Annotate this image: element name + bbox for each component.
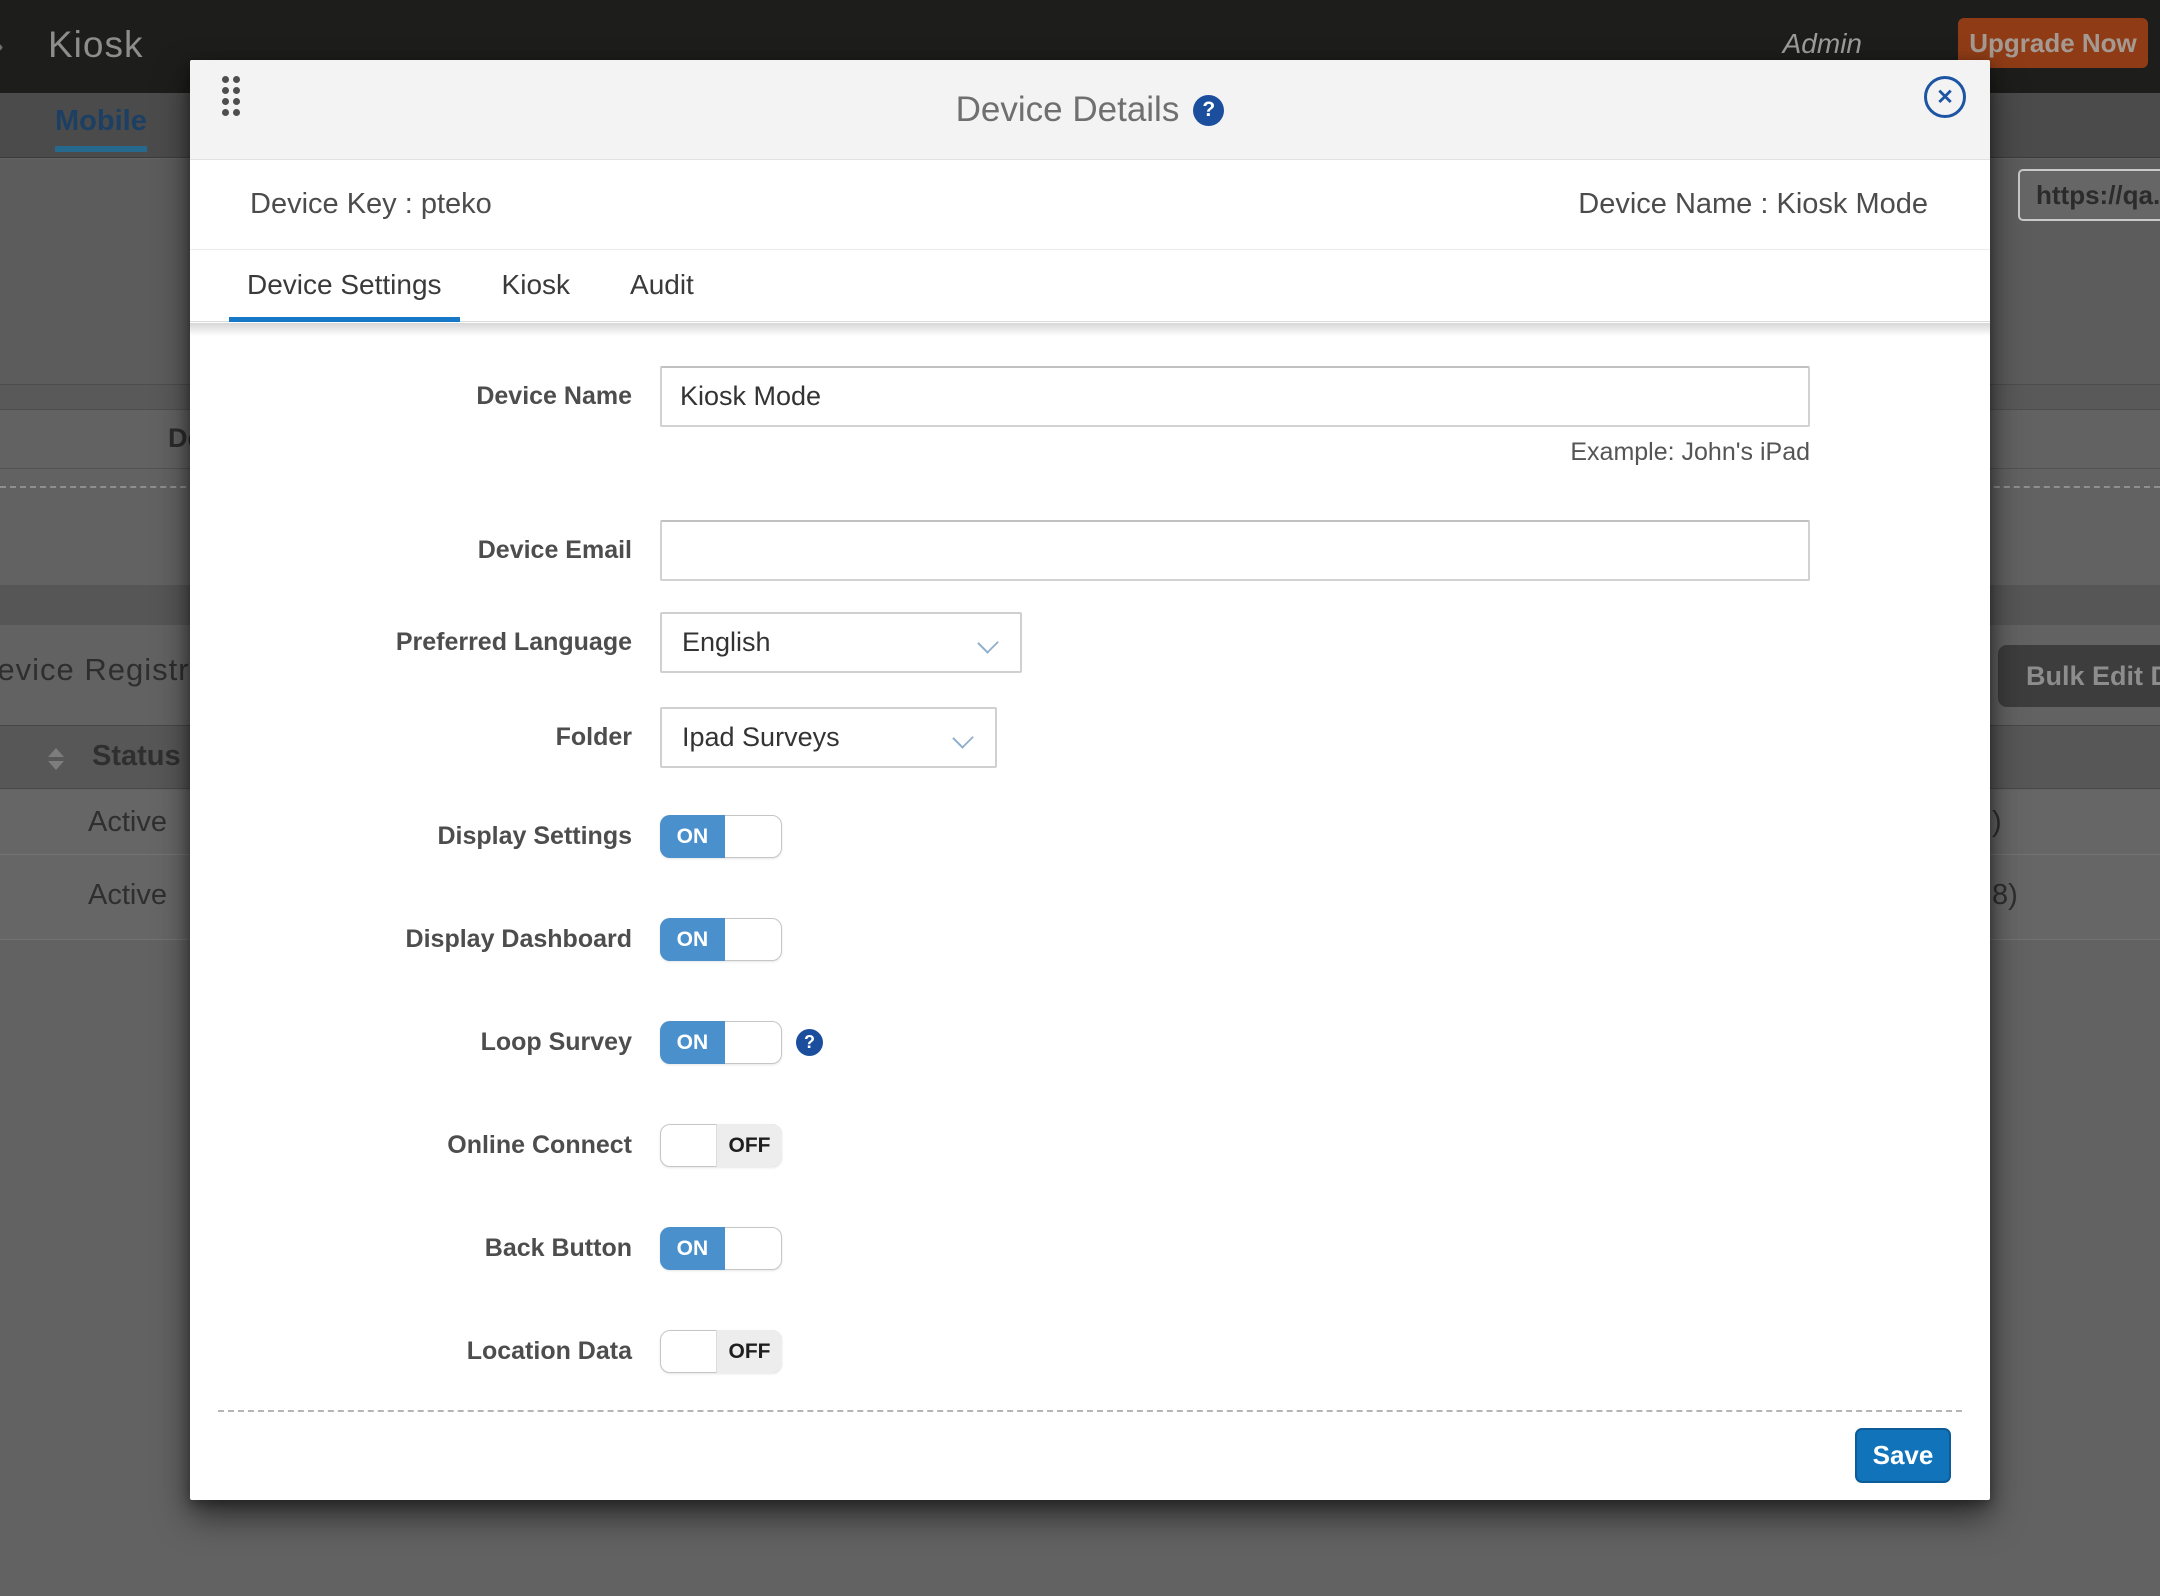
status-cell: Active	[88, 806, 167, 839]
row-fragment: )	[1992, 806, 2002, 839]
row-fragment: 8)	[1992, 879, 2018, 912]
tab-audit[interactable]: Audit	[628, 269, 696, 321]
close-icon: ✕	[1936, 85, 1954, 110]
chevron-down-icon	[952, 727, 973, 748]
url-input[interactable]	[2018, 169, 2160, 221]
device-name-field[interactable]	[660, 366, 1810, 427]
online-connect-label: Online Connect	[190, 1124, 632, 1167]
device-name-helper: Example: John's iPad	[1570, 438, 1810, 467]
display-dashboard-label: Display Dashboard	[190, 918, 632, 961]
save-button[interactable]: Save	[1855, 1428, 1951, 1483]
device-email-label: Device Email	[190, 520, 632, 581]
online-connect-toggle[interactable]: OFF	[660, 1124, 782, 1167]
preferred-language-label: Preferred Language	[190, 612, 632, 673]
display-dashboard-toggle[interactable]: ON	[660, 918, 782, 961]
help-icon[interactable]: ?	[1193, 95, 1224, 126]
status-column-header[interactable]: Status	[92, 740, 181, 773]
location-data-toggle[interactable]: OFF	[660, 1330, 782, 1373]
tab-mobile[interactable]: Mobile	[55, 105, 147, 152]
language-select[interactable]: English	[660, 612, 1022, 673]
back-button-toggle[interactable]: ON	[660, 1227, 782, 1270]
display-settings-label: Display Settings	[190, 815, 632, 858]
modal-header: Device Details ? ✕	[190, 60, 1990, 160]
loop-survey-toggle[interactable]: ON	[660, 1021, 782, 1064]
modal-subheader: Device Key : pteko Device Name : Kiosk M…	[190, 160, 1990, 250]
device-email-field[interactable]	[660, 520, 1810, 581]
modal-title: Device Details	[956, 90, 1180, 130]
chevron-down-icon	[977, 632, 998, 653]
device-name-text: Device Name : Kiosk Mode	[1578, 188, 1928, 221]
page-title: Kiosk	[48, 24, 143, 66]
device-key-text: Device Key : pteko	[250, 188, 492, 221]
device-details-modal: Device Details ? ✕ Device Key : pteko De…	[190, 60, 1990, 1500]
sort-icon[interactable]	[48, 748, 64, 770]
admin-label[interactable]: Admin	[1783, 28, 1862, 60]
location-data-label: Location Data	[190, 1330, 632, 1373]
loop-survey-help-icon[interactable]: ?	[796, 1029, 823, 1056]
folder-select-value: Ipad Surveys	[682, 722, 840, 753]
status-cell: Active	[88, 879, 167, 912]
loop-survey-label: Loop Survey	[190, 1021, 632, 1064]
device-settings-form: Device Name Example: John's iPad Device …	[190, 322, 1990, 1500]
bulk-edit-devices-button[interactable]: Bulk Edit Devices	[1998, 645, 2160, 707]
tab-kiosk[interactable]: Kiosk	[500, 269, 572, 321]
display-settings-toggle[interactable]: ON	[660, 815, 782, 858]
breadcrumb-chevron-icon: ›	[0, 24, 4, 66]
close-button[interactable]: ✕	[1924, 76, 1966, 118]
language-select-value: English	[682, 627, 771, 658]
folder-select[interactable]: Ipad Surveys	[660, 707, 997, 768]
tab-device-settings[interactable]: Device Settings	[245, 269, 444, 321]
footer-dashed-divider	[218, 1410, 1962, 1412]
back-button-label: Back Button	[190, 1227, 632, 1270]
modal-tab-bar: Device Settings Kiosk Audit	[190, 250, 1990, 322]
folder-label: Folder	[190, 707, 632, 768]
device-name-label: Device Name	[190, 366, 632, 427]
